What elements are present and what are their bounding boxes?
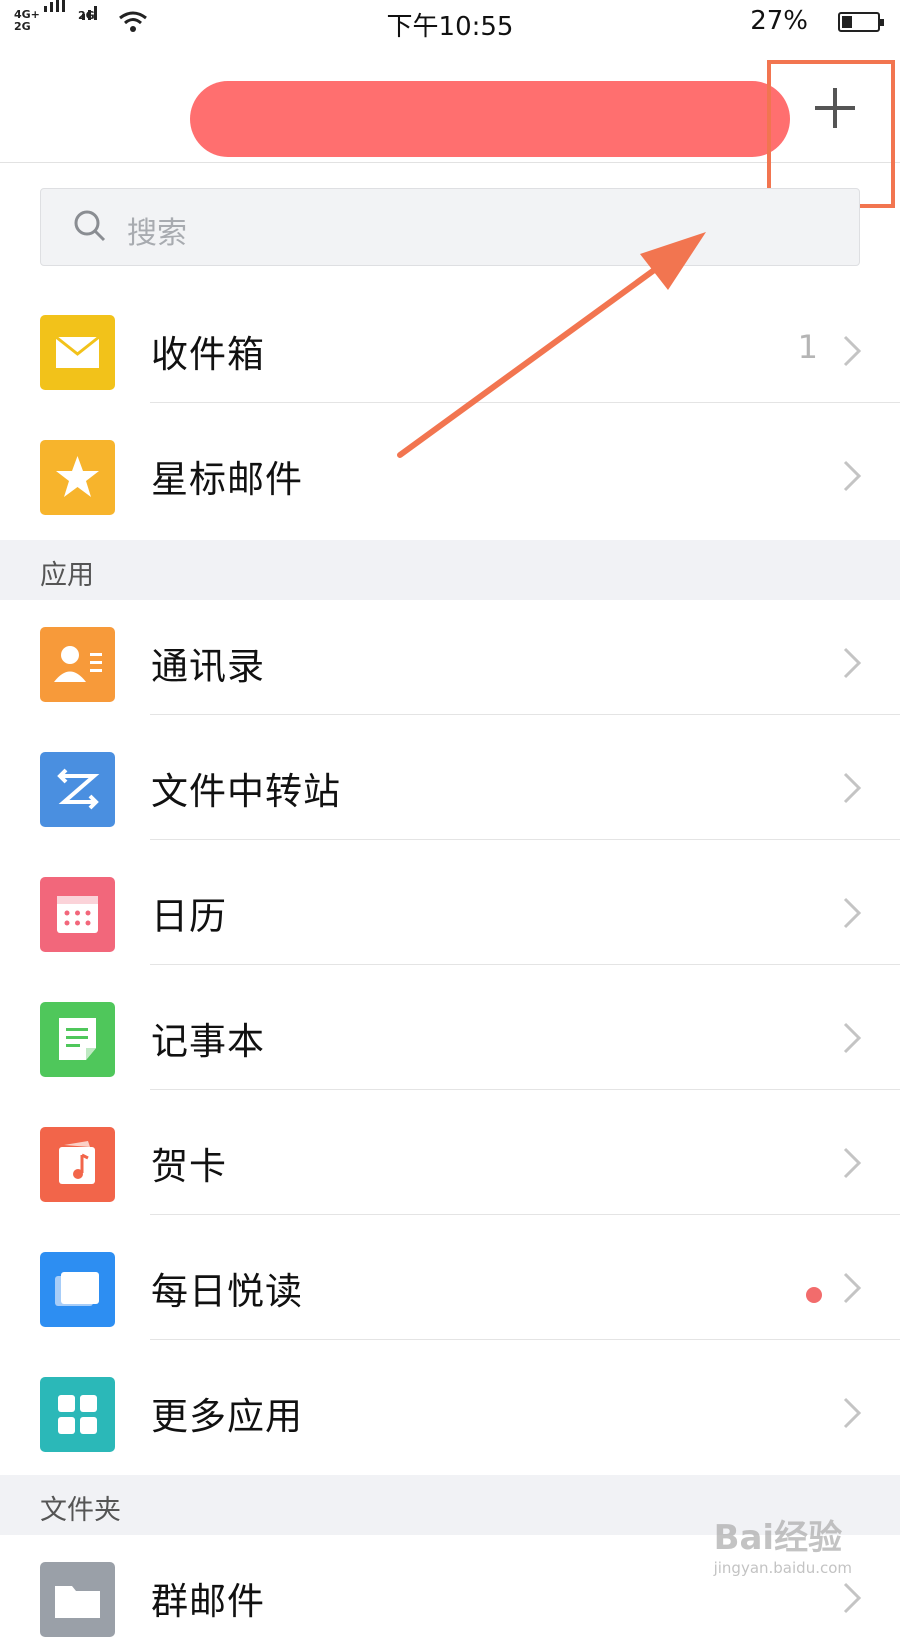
chevron-right-icon [843,772,862,804]
search-input[interactable]: 搜索 [40,188,860,266]
list-item-notes[interactable]: 记事本 [0,965,900,1090]
status-bar: 4G+ 2G 2G 下午10:55 27% [0,0,900,48]
chevron-right-icon [843,897,862,929]
section-title: 应用 [40,560,94,591]
header [0,48,900,163]
list-item-label: 更多应用 [151,1395,303,1438]
contact-card-icon [40,627,115,702]
list-item-label: 贺卡 [151,1145,227,1188]
chevron-right-icon [843,1022,862,1054]
chevron-right-icon [843,1147,862,1179]
list-item-greeting-card[interactable]: 贺卡 [0,1090,900,1215]
section-title: 文件夹 [40,1495,121,1526]
calendar-icon [40,877,115,952]
chevron-right-icon [843,1397,862,1429]
list-item-more-apps[interactable]: 更多应用 [0,1340,900,1465]
music-card-icon [40,1127,115,1202]
chevron-right-icon [843,1582,862,1614]
battery-percent: 27% [750,6,808,36]
grid-icon [40,1377,115,1452]
annotation-highlight-box [767,60,895,208]
note-icon [40,1002,115,1077]
list-item-label: 通讯录 [151,645,265,688]
list-item-contacts[interactable]: 通讯录 [0,590,900,715]
list-item-label: 日历 [151,895,227,938]
envelope-icon [40,315,115,390]
chevron-right-icon [843,460,862,492]
list-item-calendar[interactable]: 日历 [0,840,900,965]
list-item-starred[interactable]: 星标邮件 [0,403,900,528]
list-item-daily-reading[interactable]: 每日悦读 [0,1215,900,1340]
list-item-label: 群邮件 [151,1580,265,1623]
redacted-account-name [190,81,790,157]
search-icon [74,210,106,242]
watermark: Bai经验 jingyan.baidu.com [714,1510,852,1577]
list-item-label: 收件箱 [151,333,265,376]
transfer-icon [40,752,115,827]
list-item-label: 星标邮件 [151,458,303,501]
list-item-label: 文件中转站 [151,770,341,813]
list-item-label: 每日悦读 [151,1270,303,1313]
unread-count: 1 [797,328,818,366]
chevron-right-icon [843,1272,862,1304]
list-item-label: 记事本 [151,1020,265,1063]
watermark-brand: Bai经验 [713,1518,843,1558]
chevron-right-icon [843,335,862,367]
chevron-right-icon [843,647,862,679]
list-item-inbox[interactable]: 收件箱 1 [0,278,900,403]
list-item-file-transfer[interactable]: 文件中转站 [0,715,900,840]
watermark-url: jingyan.baidu.com [713,1559,852,1577]
reader-icon [40,1252,115,1327]
new-badge-dot [806,1287,822,1303]
battery-icon [838,12,884,32]
search-placeholder: 搜索 [127,216,187,251]
star-icon [40,440,115,515]
